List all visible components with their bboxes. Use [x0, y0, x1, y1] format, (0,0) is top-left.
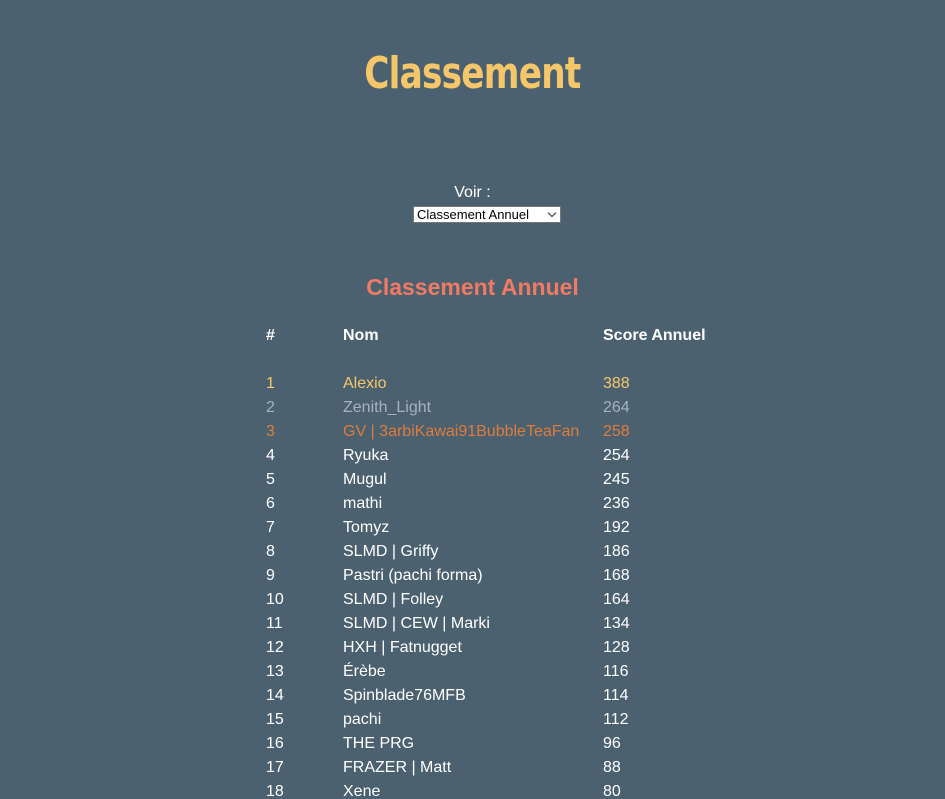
name-cell: Ryuka — [343, 447, 389, 464]
score-cell: 134 — [603, 615, 630, 632]
table-row: 13 Érèbe 116 — [266, 662, 726, 686]
table-row: 16 THE PRG 96 — [266, 734, 726, 758]
table-row: 5 Mugul 245 — [266, 470, 726, 494]
name-cell: Alexio — [343, 375, 387, 392]
rank-cell: 5 — [266, 471, 275, 488]
score-cell: 80 — [603, 783, 621, 799]
score-cell: 258 — [603, 423, 630, 440]
rank-cell: 13 — [266, 663, 284, 680]
name-cell: FRAZER | Matt — [343, 759, 452, 776]
column-header-rank: # — [266, 327, 275, 344]
view-select-value: Classement Annuel — [417, 207, 530, 222]
rank-cell: 3 — [266, 423, 275, 440]
name-cell: Spinblade76MFB — [343, 687, 466, 704]
name-cell: pachi — [343, 711, 382, 728]
name-cell: SLMD | Griffy — [343, 543, 439, 560]
name-cell: Xene — [343, 783, 381, 799]
table-row: 2 Zenith_Light 264 — [266, 398, 726, 422]
rank-cell: 16 — [266, 735, 284, 752]
score-cell: 168 — [603, 567, 630, 584]
table-header: # Nom Score Annuel — [266, 326, 726, 350]
column-header-score: Score Annuel — [603, 327, 706, 344]
rank-cell: 18 — [266, 783, 284, 799]
name-cell: Érèbe — [343, 663, 386, 680]
name-cell: SLMD | CEW | Marki — [343, 615, 490, 632]
table-row: 14 Spinblade76MFB 114 — [266, 686, 726, 710]
rank-cell: 2 — [266, 399, 275, 416]
name-cell: Tomyz — [343, 519, 390, 536]
table-row: 10 SLMD | Folley 164 — [266, 590, 726, 614]
score-cell: 96 — [603, 735, 621, 752]
name-cell: Pastri (pachi forma) — [343, 567, 483, 584]
score-cell: 264 — [603, 399, 630, 416]
table-row: 18 Xene 80 — [266, 782, 726, 799]
rank-cell: 15 — [266, 711, 284, 728]
view-select-box[interactable]: Classement Annuel — [413, 206, 561, 223]
score-cell: 88 — [603, 759, 621, 776]
chevron-down-icon — [547, 208, 557, 218]
name-cell: HXH | Fatnugget — [343, 639, 462, 656]
name-cell: GV | 3arbiKawai91BubbleTeaFan — [343, 423, 580, 440]
table-row: 7 Tomyz 192 — [266, 518, 726, 542]
name-cell: THE PRG — [343, 735, 415, 752]
table-row: 12 HXH | Fatnugget 128 — [266, 638, 726, 662]
score-cell: 116 — [603, 663, 629, 680]
page-title: Classement — [364, 48, 581, 99]
rank-cell: 1 — [266, 375, 275, 392]
table-row: 6 mathi 236 — [266, 494, 726, 518]
score-cell: 164 — [603, 591, 630, 608]
score-cell: 192 — [603, 519, 630, 536]
rank-cell: 12 — [266, 639, 284, 656]
table-row: 9 Pastri (pachi forma) 168 — [266, 566, 726, 590]
rank-cell: 7 — [266, 519, 275, 536]
score-cell: 114 — [603, 687, 629, 704]
score-cell: 128 — [603, 639, 630, 656]
table-body: 1 Alexio 388 2 Zenith_Light 264 3 GV | 3arbiKaw… — [266, 374, 726, 799]
rank-cell: 14 — [266, 687, 284, 704]
rank-cell: 6 — [266, 495, 275, 512]
rank-cell: 9 — [266, 567, 275, 584]
name-cell: Mugul — [343, 471, 387, 488]
rank-cell: 17 — [266, 759, 284, 776]
table-row: 11 SLMD | CEW | Marki 134 — [266, 614, 726, 638]
ranking-title: Classement Annuel — [366, 274, 579, 300]
rank-cell: 10 — [266, 591, 284, 608]
score-cell: 254 — [603, 447, 630, 464]
table-row: 8 SLMD | Griffy 186 — [266, 542, 726, 566]
table-row: 4 Ryuka 254 — [266, 446, 726, 470]
ranking-table: # Nom Score Annuel 1 Alexio 388 2 Zenith_Lig… — [266, 326, 726, 799]
table-row: 17 FRAZER | Matt 88 — [266, 758, 726, 782]
view-select[interactable]: Classement Annuel — [413, 206, 561, 223]
column-header-name: Nom — [343, 327, 379, 344]
rank-cell: 4 — [266, 447, 275, 464]
table-row: 1 Alexio 388 — [266, 374, 726, 398]
score-cell: 388 — [603, 375, 630, 392]
page: Classement Voir : Classement Annuel Clas… — [0, 0, 945, 799]
score-cell: 186 — [603, 543, 630, 560]
score-cell: 112 — [603, 711, 629, 728]
view-label: Voir : — [454, 184, 491, 201]
score-cell: 236 — [603, 495, 630, 512]
rank-cell: 8 — [266, 543, 275, 560]
rank-cell: 11 — [266, 615, 283, 632]
name-cell: mathi — [343, 495, 383, 512]
table-row: 3 GV | 3arbiKawai91BubbleTeaFan 258 — [266, 422, 726, 446]
name-cell: SLMD | Folley — [343, 591, 444, 608]
table-row: 15 pachi 112 — [266, 710, 726, 734]
score-cell: 245 — [603, 471, 630, 488]
name-cell: Zenith_Light — [343, 399, 432, 416]
